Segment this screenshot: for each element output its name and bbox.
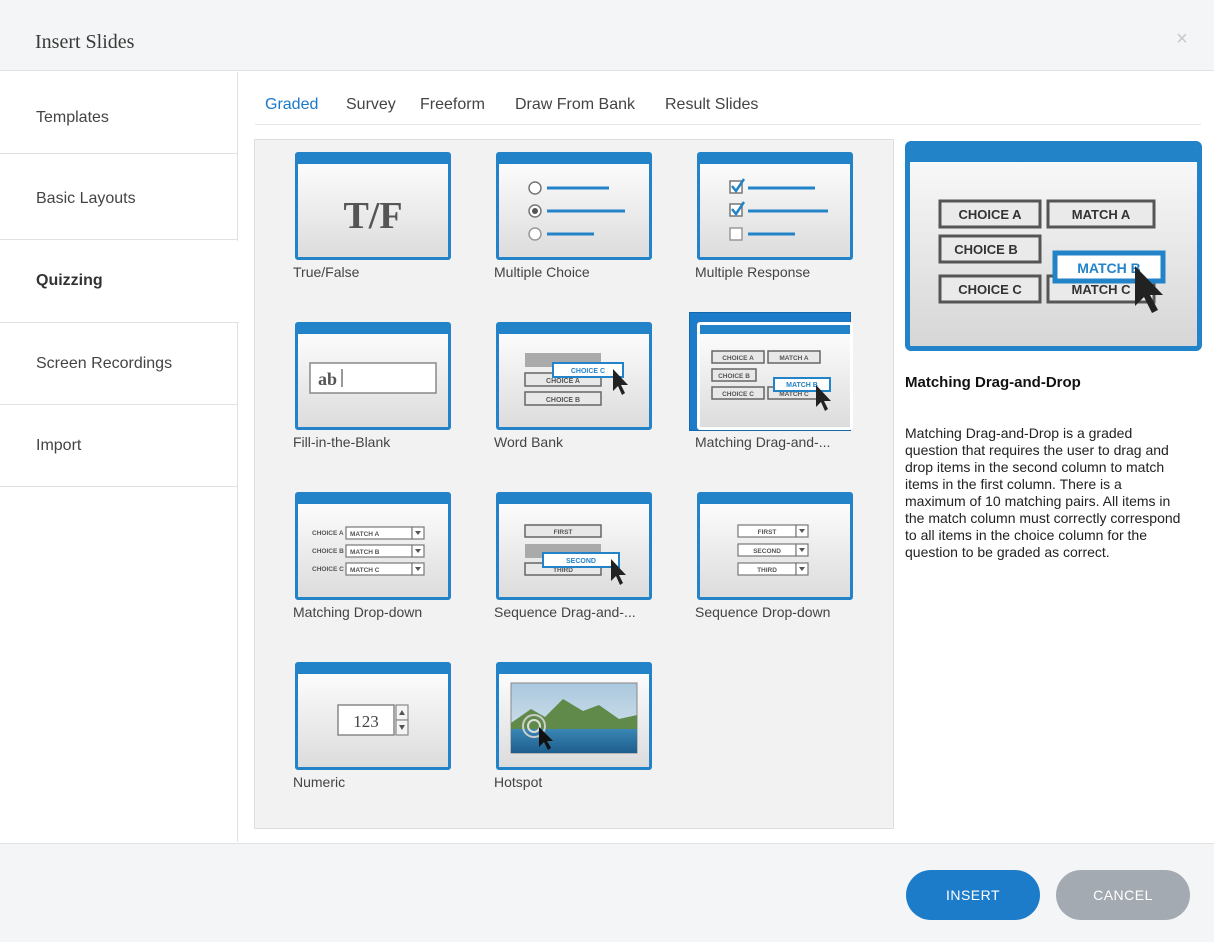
fill-in-blank-icon: ab — [295, 322, 451, 430]
tab-draw-from-bank[interactable]: Draw From Bank — [515, 96, 635, 114]
insert-slides-dialog: Insert Slides × Templates Basic Layouts … — [0, 0, 1214, 942]
svg-text:MATCH B: MATCH B — [786, 382, 818, 389]
card-label: Matching Drag-and-... — [695, 434, 831, 450]
preview-description: Matching Drag-and-Drop is a graded quest… — [905, 425, 1181, 560]
sidebar-item-label: Quizzing — [36, 272, 103, 289]
sequence-drag-drop-icon: FIRST THIRD SECOND — [496, 492, 652, 600]
card-label: Sequence Drag-and-... — [494, 604, 636, 620]
svg-text:MATCH A: MATCH A — [1072, 207, 1131, 222]
sidebar-item-basic-layouts[interactable]: Basic Layouts — [0, 158, 238, 240]
sidebar-item-label: Import — [36, 437, 82, 454]
svg-text:MATCH A: MATCH A — [779, 355, 809, 362]
matching-dropdown-icon: CHOICE A MATCH A CHOICE B MATCH B CHOICE… — [295, 492, 451, 600]
card-label: Numeric — [293, 774, 346, 790]
sidebar-item-templates[interactable]: Templates — [0, 72, 238, 154]
card-matching-drop-down[interactable]: CHOICE A MATCH A CHOICE B MATCH B CHOICE… — [255, 480, 451, 630]
preview-image: CHOICE A MATCH A CHOICE B CHOICE C MATCH… — [905, 141, 1202, 351]
card-label: Fill-in-the-Blank — [293, 434, 391, 450]
sidebar-item-label: Basic Layouts — [36, 190, 136, 207]
question-type-grid: T/F True/False Multiple Choice Multiple … — [254, 139, 894, 829]
card-matching-drag-and-drop[interactable]: CHOICE A MATCH A CHOICE B CHOICE C MATCH… — [657, 310, 853, 460]
sidebar-item-screen-recordings[interactable]: Screen Recordings — [0, 323, 238, 405]
tab-result-slides[interactable]: Result Slides — [665, 96, 758, 114]
preview-title: Matching Drag-and-Drop — [905, 374, 1081, 391]
svg-text:MATCH A: MATCH A — [350, 531, 380, 538]
multiple-choice-icon — [496, 152, 652, 260]
numeric-icon: 123 — [295, 662, 451, 770]
card-true-false[interactable]: T/F True/False — [255, 140, 451, 290]
svg-text:CHOICE A: CHOICE A — [312, 530, 344, 537]
card-numeric[interactable]: 123 Numeric — [255, 650, 451, 800]
card-sequence-drop-down[interactable]: FIRST SECOND THIRD Sequence Drop-down — [657, 480, 853, 630]
svg-text:ab: ab — [318, 369, 337, 389]
category-sidebar: Templates Basic Layouts Quizzing Screen … — [0, 72, 239, 842]
card-label: Word Bank — [494, 434, 563, 450]
tab-survey[interactable]: Survey — [346, 96, 396, 114]
svg-text:CHOICE C: CHOICE C — [312, 566, 344, 573]
svg-text:CHOICE A: CHOICE A — [958, 207, 1022, 222]
card-multiple-response[interactable]: Multiple Response — [657, 140, 853, 290]
svg-text:THIRD: THIRD — [757, 567, 777, 574]
card-label: Multiple Response — [695, 264, 811, 280]
card-word-bank[interactable]: CHOICE A CHOICE B CHOICE C Word Bank — [456, 310, 652, 460]
sidebar-item-quizzing[interactable]: Quizzing — [0, 241, 239, 323]
svg-text:CHOICE B: CHOICE B — [312, 548, 344, 555]
svg-text:FIRST: FIRST — [554, 529, 573, 536]
true-false-icon: T/F — [295, 152, 451, 260]
cancel-button[interactable]: CANCEL — [1056, 870, 1190, 920]
card-fill-in-the-blank[interactable]: ab Fill-in-the-Blank — [255, 310, 451, 460]
svg-text:MATCH C: MATCH C — [779, 391, 809, 398]
sidebar-item-label: Screen Recordings — [36, 355, 173, 372]
card-label: Matching Drop-down — [293, 604, 423, 620]
tab-graded[interactable]: Graded — [265, 96, 318, 114]
insert-button[interactable]: INSERT — [906, 870, 1040, 920]
card-sequence-drag-and-drop[interactable]: FIRST THIRD SECOND Sequence Drag-and-... — [456, 480, 652, 630]
svg-text:CHOICE C: CHOICE C — [958, 282, 1022, 297]
dialog-title: Insert Slides — [35, 31, 135, 53]
svg-text:THIRD: THIRD — [553, 567, 573, 574]
card-hotspot[interactable]: Hotspot — [456, 650, 652, 800]
hotspot-icon — [496, 662, 652, 770]
matching-drag-drop-icon: CHOICE A MATCH A CHOICE B CHOICE C MATCH… — [938, 199, 1166, 313]
svg-text:CHOICE C: CHOICE C — [571, 368, 605, 375]
tab-freeform[interactable]: Freeform — [420, 96, 485, 114]
card-multiple-choice[interactable]: Multiple Choice — [456, 140, 652, 290]
card-label: Sequence Drop-down — [695, 604, 831, 620]
multiple-response-icon — [697, 152, 853, 260]
close-icon[interactable]: × — [1172, 28, 1192, 50]
svg-text:MATCH C: MATCH C — [1072, 282, 1132, 297]
word-bank-icon: CHOICE A CHOICE B CHOICE C — [496, 322, 652, 430]
sidebar-item-label: Templates — [36, 109, 109, 126]
svg-text:T/F: T/F — [343, 195, 402, 237]
sequence-dropdown-icon: FIRST SECOND THIRD — [697, 492, 853, 600]
svg-text:CHOICE B: CHOICE B — [954, 242, 1018, 257]
svg-text:CHOICE C: CHOICE C — [722, 391, 754, 398]
svg-text:CHOICE B: CHOICE B — [546, 397, 580, 404]
svg-text:CHOICE A: CHOICE A — [722, 355, 754, 362]
svg-text:MATCH C: MATCH C — [350, 567, 380, 574]
svg-text:123: 123 — [353, 712, 379, 731]
card-label: Hotspot — [494, 774, 543, 790]
matching-drag-drop-icon: CHOICE A MATCH A CHOICE B CHOICE C MATCH… — [697, 322, 853, 430]
card-label: Multiple Choice — [494, 264, 590, 280]
svg-text:FIRST: FIRST — [758, 529, 777, 536]
sidebar-item-import[interactable]: Import — [0, 405, 238, 487]
svg-text:CHOICE B: CHOICE B — [718, 373, 750, 380]
svg-text:SECOND: SECOND — [753, 548, 781, 555]
svg-text:SECOND: SECOND — [566, 558, 596, 565]
card-label: True/False — [293, 264, 360, 280]
svg-text:MATCH B: MATCH B — [1077, 260, 1141, 276]
dialog-titlebar: Insert Slides × — [0, 0, 1214, 71]
svg-text:CHOICE A: CHOICE A — [546, 378, 580, 385]
svg-text:MATCH B: MATCH B — [350, 549, 380, 556]
question-type-tabs: Graded Survey Freeform Draw From Bank Re… — [255, 72, 1201, 125]
